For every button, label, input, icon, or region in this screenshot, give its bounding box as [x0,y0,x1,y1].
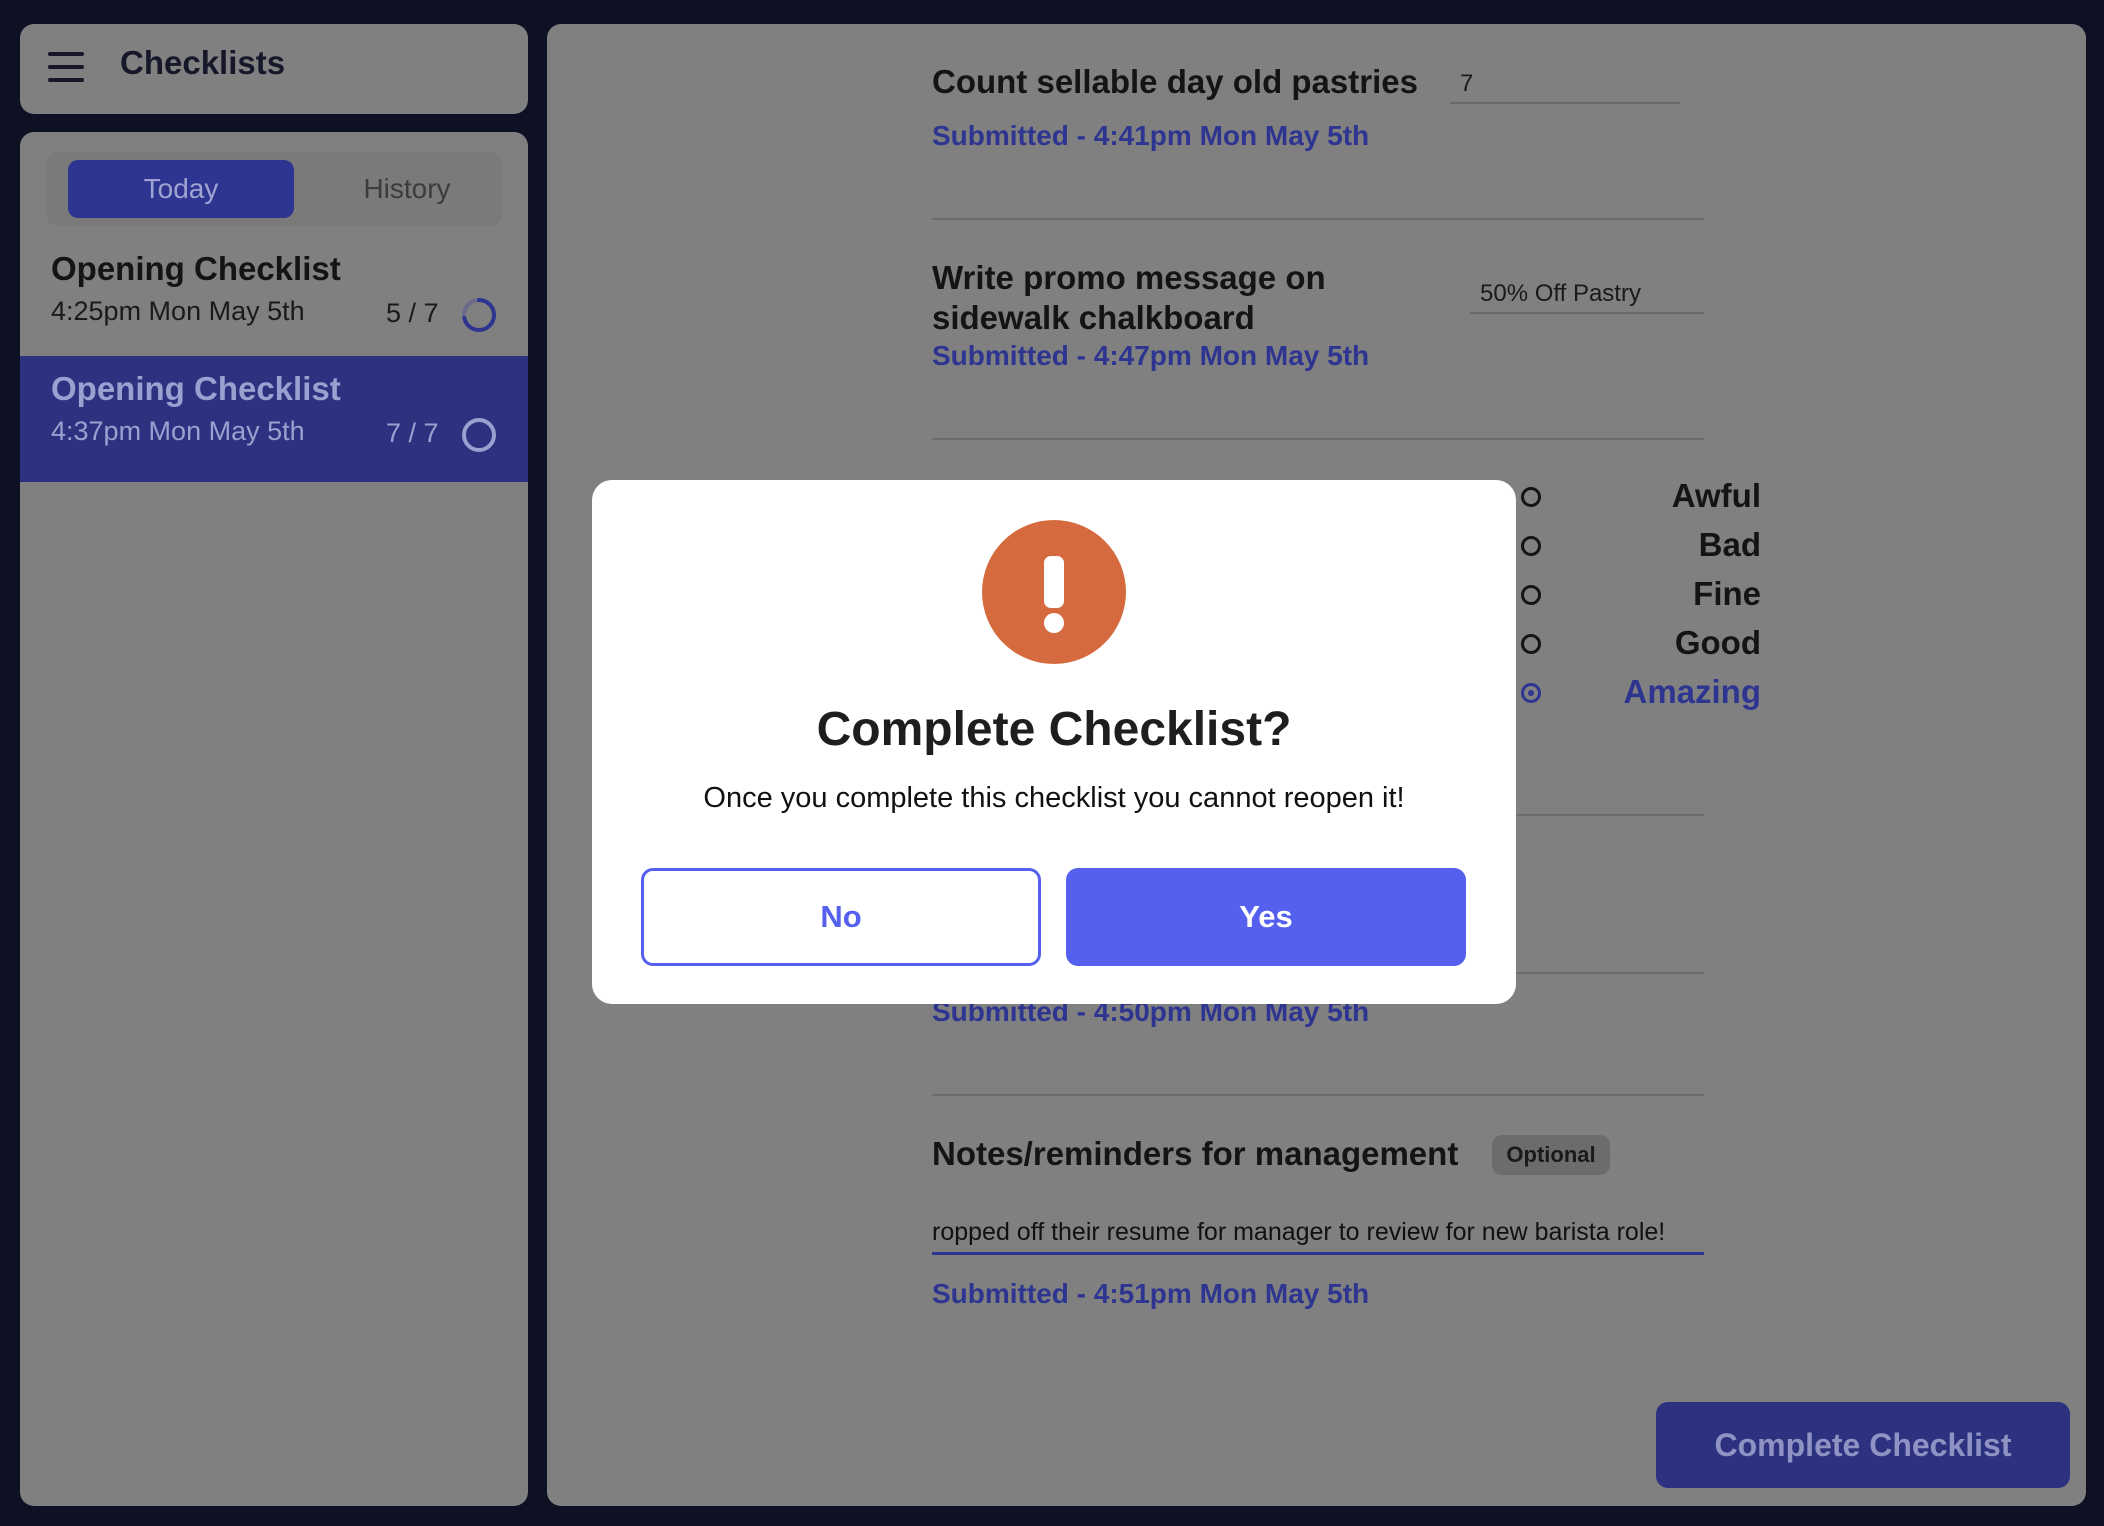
task-label-promo-line1: Write promo message on [932,259,1326,296]
confirm-dialog: Complete Checklist? Once you complete th… [592,480,1516,1004]
promo-message-input[interactable]: 50% Off Pastry [1470,274,1704,314]
task-label-promo: Write promo message on sidewalk chalkboa… [932,258,1326,338]
checklist-progress-count: 5 / 7 [386,298,439,328]
radio-button-selected[interactable] [1521,683,1541,703]
checklist-progress-count: 7 / 7 [386,418,439,448]
tab-history[interactable]: History [294,160,520,218]
radio-label: Awful [1671,477,1761,514]
rating-option-fine[interactable]: Fine [1511,575,1761,619]
no-button[interactable]: No [641,868,1041,966]
dialog-message: Once you complete this checklist you can… [703,782,1405,814]
radio-button[interactable] [1521,585,1541,605]
progress-ring-icon [462,418,496,452]
radio-button[interactable] [1521,487,1541,507]
tab-today[interactable]: Today [68,160,294,218]
optional-badge: Optional [1492,1135,1610,1175]
checklist-list-item-selected[interactable]: Opening Checklist 4:37pm Mon May 5th 7 /… [20,356,528,482]
sidebar: Today History Opening Checklist 4:25pm M… [20,132,528,1506]
divider [932,218,1704,220]
checklist-list-item[interactable]: Opening Checklist 4:25pm Mon May 5th 5 /… [20,236,528,362]
task-label-pastries: Count sellable day old pastries [932,63,1418,100]
hamburger-menu-icon[interactable] [48,52,84,82]
rating-option-amazing[interactable]: Amazing [1511,673,1761,717]
notes-input[interactable]: ropped off their resume for manager to r… [932,1211,1704,1255]
checklist-time: 4:37pm Mon May 5th [51,416,305,446]
checklist-title: Opening Checklist [51,250,341,287]
radio-label: Fine [1693,575,1761,612]
submitted-timestamp: Submitted - 4:41pm Mon May 5th [932,120,1370,151]
tab-bar: Today History [46,152,502,226]
task-label-notes: Notes/reminders for management [932,1135,1459,1172]
page-title: Checklists [120,44,286,81]
radio-label: Bad [1698,526,1761,563]
rating-option-awful[interactable]: Awful [1511,477,1761,521]
radio-button[interactable] [1521,536,1541,556]
complete-checklist-button[interactable]: Complete Checklist [1656,1402,2070,1488]
rating-option-good[interactable]: Good [1511,624,1761,668]
dialog-title: Complete Checklist? [816,703,1292,756]
task-label-promo-line2: sidewalk chalkboard [932,299,1255,336]
checklist-time: 4:25pm Mon May 5th [51,296,305,326]
radio-label: Good [1674,624,1761,661]
divider [932,1094,1704,1096]
rating-option-bad[interactable]: Bad [1511,526,1761,570]
divider [932,438,1704,440]
submitted-timestamp: Submitted - 4:51pm Mon May 5th [932,1278,1370,1309]
submitted-timestamp: Submitted - 4:47pm Mon May 5th [932,340,1370,371]
pastries-count-input[interactable]: 7 [1450,64,1680,104]
checklist-title: Opening Checklist [51,370,341,407]
exclamation-alert-icon [982,520,1126,664]
yes-button[interactable]: Yes [1066,868,1466,966]
app-window: Checklists Today History Opening Checkli… [0,0,2104,1526]
radio-label: Amazing [1623,673,1761,710]
radio-button[interactable] [1521,634,1541,654]
progress-ring-icon [462,298,496,332]
